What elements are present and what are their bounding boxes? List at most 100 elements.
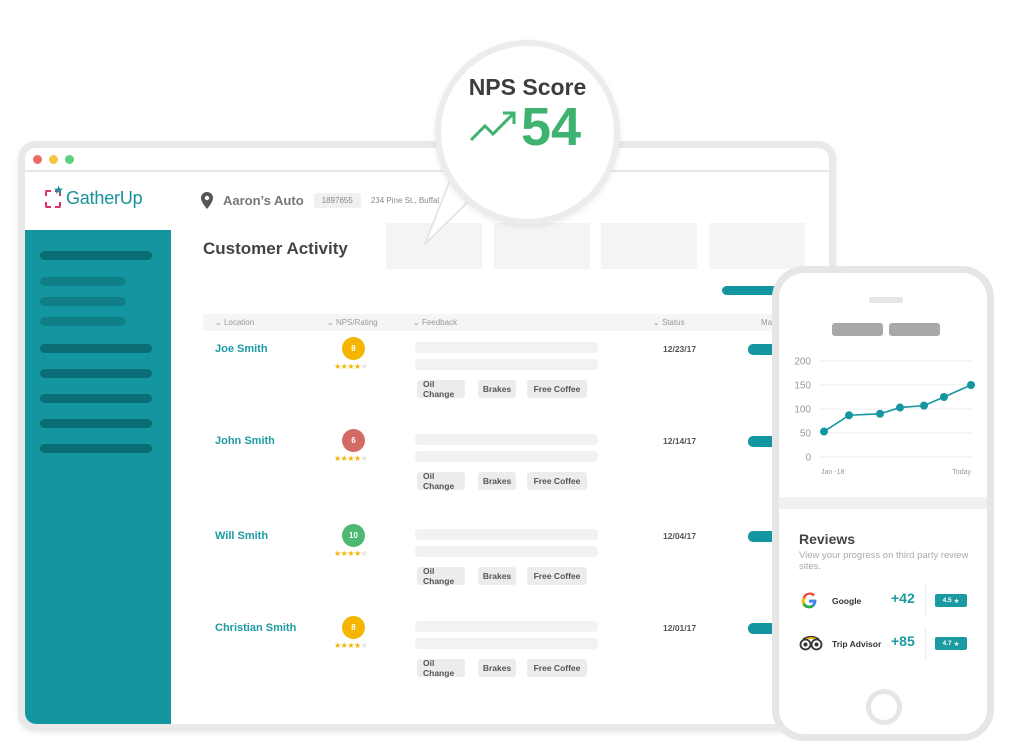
review-delta: +42 — [891, 590, 915, 606]
star-rating: ★★★★★ — [334, 362, 368, 371]
sidebar-subitem[interactable] — [40, 277, 126, 286]
data-point[interactable] — [845, 411, 853, 420]
sidebar-item[interactable] — [40, 344, 152, 353]
data-point[interactable] — [896, 403, 904, 412]
sidebar-item[interactable] — [40, 444, 152, 453]
customer-name[interactable]: Christian Smith — [215, 622, 296, 634]
data-point[interactable] — [876, 409, 884, 418]
nps-value: 54 — [521, 97, 582, 157]
star-icon: ★ — [347, 362, 355, 371]
phone-speaker — [869, 297, 903, 303]
sidebar-item[interactable] — [40, 419, 152, 428]
review-site-name: Trip Advisor — [832, 639, 882, 649]
rating-badge: 4.7 ★ — [935, 637, 967, 650]
review-site-row[interactable]: Trip Advisor +85 4.7 ★ — [799, 627, 974, 661]
phone-tab[interactable] — [832, 323, 883, 336]
column-header-feedback[interactable]: ⌄ Feedback — [413, 318, 457, 327]
y-tick-label: 50 — [800, 429, 812, 440]
nps-score-badge: 10 — [342, 524, 365, 547]
status-date: 12/23/17 — [663, 344, 697, 354]
y-tick-label: 100 — [794, 405, 811, 416]
feedback-tag[interactable]: Brakes — [478, 380, 516, 398]
star-icon: ★ — [334, 362, 341, 371]
data-point[interactable] — [940, 393, 948, 401]
data-point[interactable] — [820, 427, 828, 436]
feedback-text-placeholder — [415, 529, 598, 540]
feedback-tag[interactable]: Free Coffee — [527, 659, 587, 677]
divider — [925, 584, 926, 616]
reviews-panel: Reviews View your progress on third part… — [779, 509, 987, 734]
review-delta: +85 — [891, 633, 915, 649]
feedback-tag[interactable]: Oil Change — [417, 379, 465, 399]
reviews-subtitle: View your progress on third party review… — [799, 550, 969, 572]
feedback-text-placeholder — [415, 546, 598, 557]
star-rating: ★★★★★ — [334, 549, 368, 558]
star-icon: ★ — [360, 454, 368, 463]
x-tick-label: Today — [952, 469, 971, 476]
trending-up-icon — [469, 108, 519, 147]
phone-home-button[interactable] — [866, 689, 902, 725]
column-header-status[interactable]: ⌄ Status — [653, 318, 685, 327]
x-tick-label: Jan -18 — [821, 469, 844, 476]
customer-name[interactable]: Joe Smith — [215, 343, 268, 355]
review-site-name: Google — [832, 596, 862, 606]
star-icon: ★ — [334, 454, 341, 463]
sidebar-item[interactable] — [40, 369, 152, 378]
sidebar-item[interactable] — [40, 251, 152, 260]
divider — [925, 627, 926, 659]
star-rating: ★★★★★ — [334, 454, 368, 463]
feedback-text-placeholder — [415, 359, 598, 370]
feedback-tag[interactable]: Oil Change — [417, 471, 465, 491]
google-icon — [799, 591, 821, 611]
reviews-title: Reviews — [799, 531, 856, 547]
feedback-text-placeholder — [415, 621, 598, 632]
data-point[interactable] — [920, 401, 928, 410]
sidebar-subitem[interactable] — [40, 297, 126, 306]
data-point[interactable] — [967, 381, 975, 389]
feedback-tag[interactable]: Free Coffee — [527, 567, 587, 585]
status-date: 12/01/17 — [663, 623, 697, 633]
star-icon: ★ — [354, 454, 361, 463]
y-tick-label: 150 — [794, 381, 811, 392]
star-icon: ★ — [334, 641, 341, 650]
star-icon: ★ — [334, 549, 341, 558]
star-icon: ★ — [360, 549, 368, 558]
feedback-text-placeholder — [415, 451, 598, 462]
page-title: Customer Activity — [203, 239, 348, 258]
star-icon: ★ — [360, 362, 368, 371]
column-header-location[interactable]: ⌄ Location — [215, 318, 254, 327]
nps-score-badge: 6 — [342, 429, 365, 452]
star-icon: ★ — [953, 640, 960, 648]
feedback-text-placeholder — [415, 342, 598, 353]
nps-score-badge: 8 — [342, 616, 365, 639]
customer-name[interactable]: Will Smith — [215, 530, 268, 542]
feedback-tag[interactable]: Oil Change — [417, 658, 465, 678]
feedback-tag[interactable]: Oil Change — [417, 566, 465, 586]
column-header-nps[interactable]: ⌄ NPS/Rating — [327, 318, 378, 327]
feedback-text-placeholder — [415, 434, 598, 445]
customer-name[interactable]: John Smith — [215, 435, 275, 447]
y-tick-label: 200 — [794, 357, 811, 368]
column-header-more[interactable]: Ma — [761, 318, 772, 327]
phone-tab[interactable] — [889, 323, 940, 336]
star-icon: ★ — [354, 362, 361, 371]
star-icon: ★ — [354, 549, 361, 558]
sidebar-item[interactable] — [40, 394, 152, 403]
star-icon: ★ — [347, 454, 355, 463]
feedback-tag[interactable]: Free Coffee — [527, 380, 587, 398]
sidebar — [25, 230, 171, 724]
feedback-tag[interactable]: Brakes — [478, 472, 516, 490]
feedback-tag[interactable]: Free Coffee — [527, 472, 587, 490]
rating-badge: 4.5 ★ — [935, 594, 967, 607]
star-icon: ★ — [347, 641, 355, 650]
star-icon: ★ — [347, 549, 355, 558]
nps-value-group: 54 — [469, 100, 581, 154]
feedback-tag[interactable]: Brakes — [478, 567, 516, 585]
star-icon: ★ — [354, 641, 361, 650]
star-icon: ★ — [953, 597, 960, 605]
review-site-row[interactable]: Google +42 4.5 ★ — [799, 584, 974, 618]
feedback-tag[interactable]: Brakes — [478, 659, 516, 677]
tripadvisor-icon — [799, 634, 823, 654]
sidebar-subitem[interactable] — [40, 317, 126, 326]
y-tick-label: 0 — [805, 453, 811, 464]
